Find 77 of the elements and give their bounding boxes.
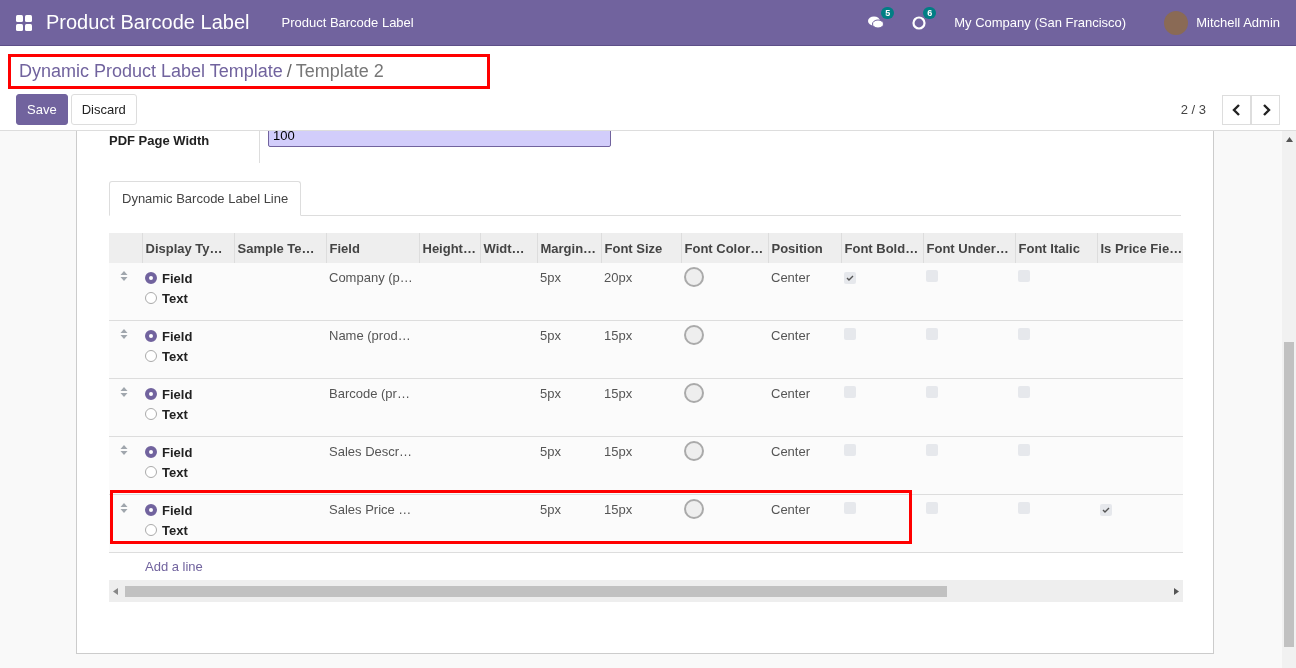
table-row[interactable]: Field Text Barcode (pr… 5px 15px Center	[109, 378, 1183, 437]
column-header[interactable]: Sample Te…	[234, 233, 326, 263]
column-header[interactable]: Position	[768, 233, 841, 263]
add-line-link[interactable]: Add a line	[145, 559, 203, 574]
table-cell: Center	[771, 270, 811, 285]
column-header[interactable]: Font Under…	[923, 233, 1015, 263]
table-cell: Name (prod…	[329, 328, 411, 343]
breadcrumb-separator: /	[286, 61, 292, 81]
breadcrumb-current: Template 2	[295, 61, 384, 81]
vertical-scrollbar[interactable]	[1282, 131, 1296, 668]
table-cell: 5px	[540, 444, 561, 459]
table-cell: 15px	[604, 328, 633, 343]
pager-value: 2 / 3	[1180, 102, 1206, 117]
table-row[interactable]: Field Text Sales Descr… 5px 15px Center	[109, 436, 1183, 495]
horizontal-scrollbar[interactable]	[109, 580, 1183, 602]
next-button[interactable]	[1251, 94, 1280, 125]
color-swatch[interactable]	[684, 499, 704, 519]
scroll-left-icon[interactable]	[113, 587, 118, 595]
column-header[interactable]: Field	[326, 233, 419, 263]
scroll-up-icon[interactable]	[1285, 137, 1293, 142]
table-cell: Center	[771, 328, 811, 343]
clock-icon[interactable]	[912, 15, 927, 30]
table-row[interactable]: Field Text Name (prod… 5px 15px Center	[109, 320, 1183, 379]
column-header[interactable]: Display Ty…	[142, 233, 234, 263]
column-header[interactable]: Height…	[419, 233, 480, 263]
column-header[interactable]: Font Size	[601, 233, 681, 263]
table-cell: Sales Descr…	[329, 444, 413, 459]
table-cell: 20px	[604, 270, 633, 285]
table-cell: Barcode (pr…	[329, 386, 410, 401]
checkbox[interactable]	[844, 272, 856, 284]
table-cell: 5px	[540, 386, 561, 401]
previous-button[interactable]	[1222, 94, 1251, 125]
drag-handle-icon[interactable]	[120, 328, 128, 340]
color-swatch[interactable]	[684, 267, 704, 287]
column-header[interactable]: Font Color…	[681, 233, 768, 263]
chevron-left-icon	[1231, 103, 1242, 116]
company-switcher[interactable]: My Company (San Francisco)	[954, 15, 1127, 30]
drag-handle-icon[interactable]	[120, 502, 128, 514]
save-button[interactable]: Save	[16, 94, 68, 125]
table-cell: 15px	[604, 386, 633, 401]
drag-handle-icon[interactable]	[120, 444, 128, 456]
drag-handle-icon[interactable]	[120, 386, 128, 398]
column-header[interactable]: Widt…	[480, 233, 537, 263]
chat-icon[interactable]	[868, 15, 885, 30]
table-cell: 5px	[540, 502, 561, 517]
table-cell: 5px	[540, 270, 561, 285]
activity-count-badge: 6	[923, 6, 937, 19]
table-cell: Sales Price …	[329, 502, 412, 517]
tab[interactable]: Dynamic Barcode Label Line	[109, 181, 302, 216]
column-header[interactable]: Margin…	[537, 233, 601, 263]
breadcrumb-link[interactable]: Dynamic Product Label Template	[19, 61, 283, 81]
app-title: Product Barcode Label	[46, 11, 250, 34]
discard-button[interactable]: Discard	[70, 94, 137, 125]
color-swatch[interactable]	[684, 325, 704, 345]
table-cell: Center	[771, 386, 811, 401]
table-cell: 15px	[604, 444, 633, 459]
message-count-badge: 5	[881, 6, 895, 19]
input-field[interactable]: 100	[268, 131, 611, 147]
drag-handle-icon[interactable]	[120, 270, 128, 282]
field-label: PDF Page Width	[109, 131, 260, 163]
column-header[interactable]: Font Italic	[1015, 233, 1097, 263]
scroll-right-icon[interactable]	[1174, 587, 1179, 595]
checkbox[interactable]	[1100, 504, 1112, 516]
table-cell: Center	[771, 502, 811, 517]
table-cell: Center	[771, 444, 811, 459]
table-cell: 5px	[540, 328, 561, 343]
column-header[interactable]: Is Price Fie…	[1097, 233, 1183, 263]
table-cell: Company (p…	[329, 270, 413, 285]
table-row[interactable]: Field Text Company (p… 5px 20px Center	[109, 263, 1183, 321]
chevron-right-icon	[1260, 103, 1271, 116]
color-swatch[interactable]	[684, 441, 704, 461]
apps-menu-icon[interactable]	[16, 14, 32, 31]
color-swatch[interactable]	[684, 383, 704, 403]
column-header[interactable]: Font Bold…	[841, 233, 923, 263]
menu-item[interactable]: Product Barcode Label	[281, 15, 414, 30]
table-cell: 15px	[604, 502, 633, 517]
user-menu[interactable]: Mitchell Admin	[1196, 15, 1280, 30]
